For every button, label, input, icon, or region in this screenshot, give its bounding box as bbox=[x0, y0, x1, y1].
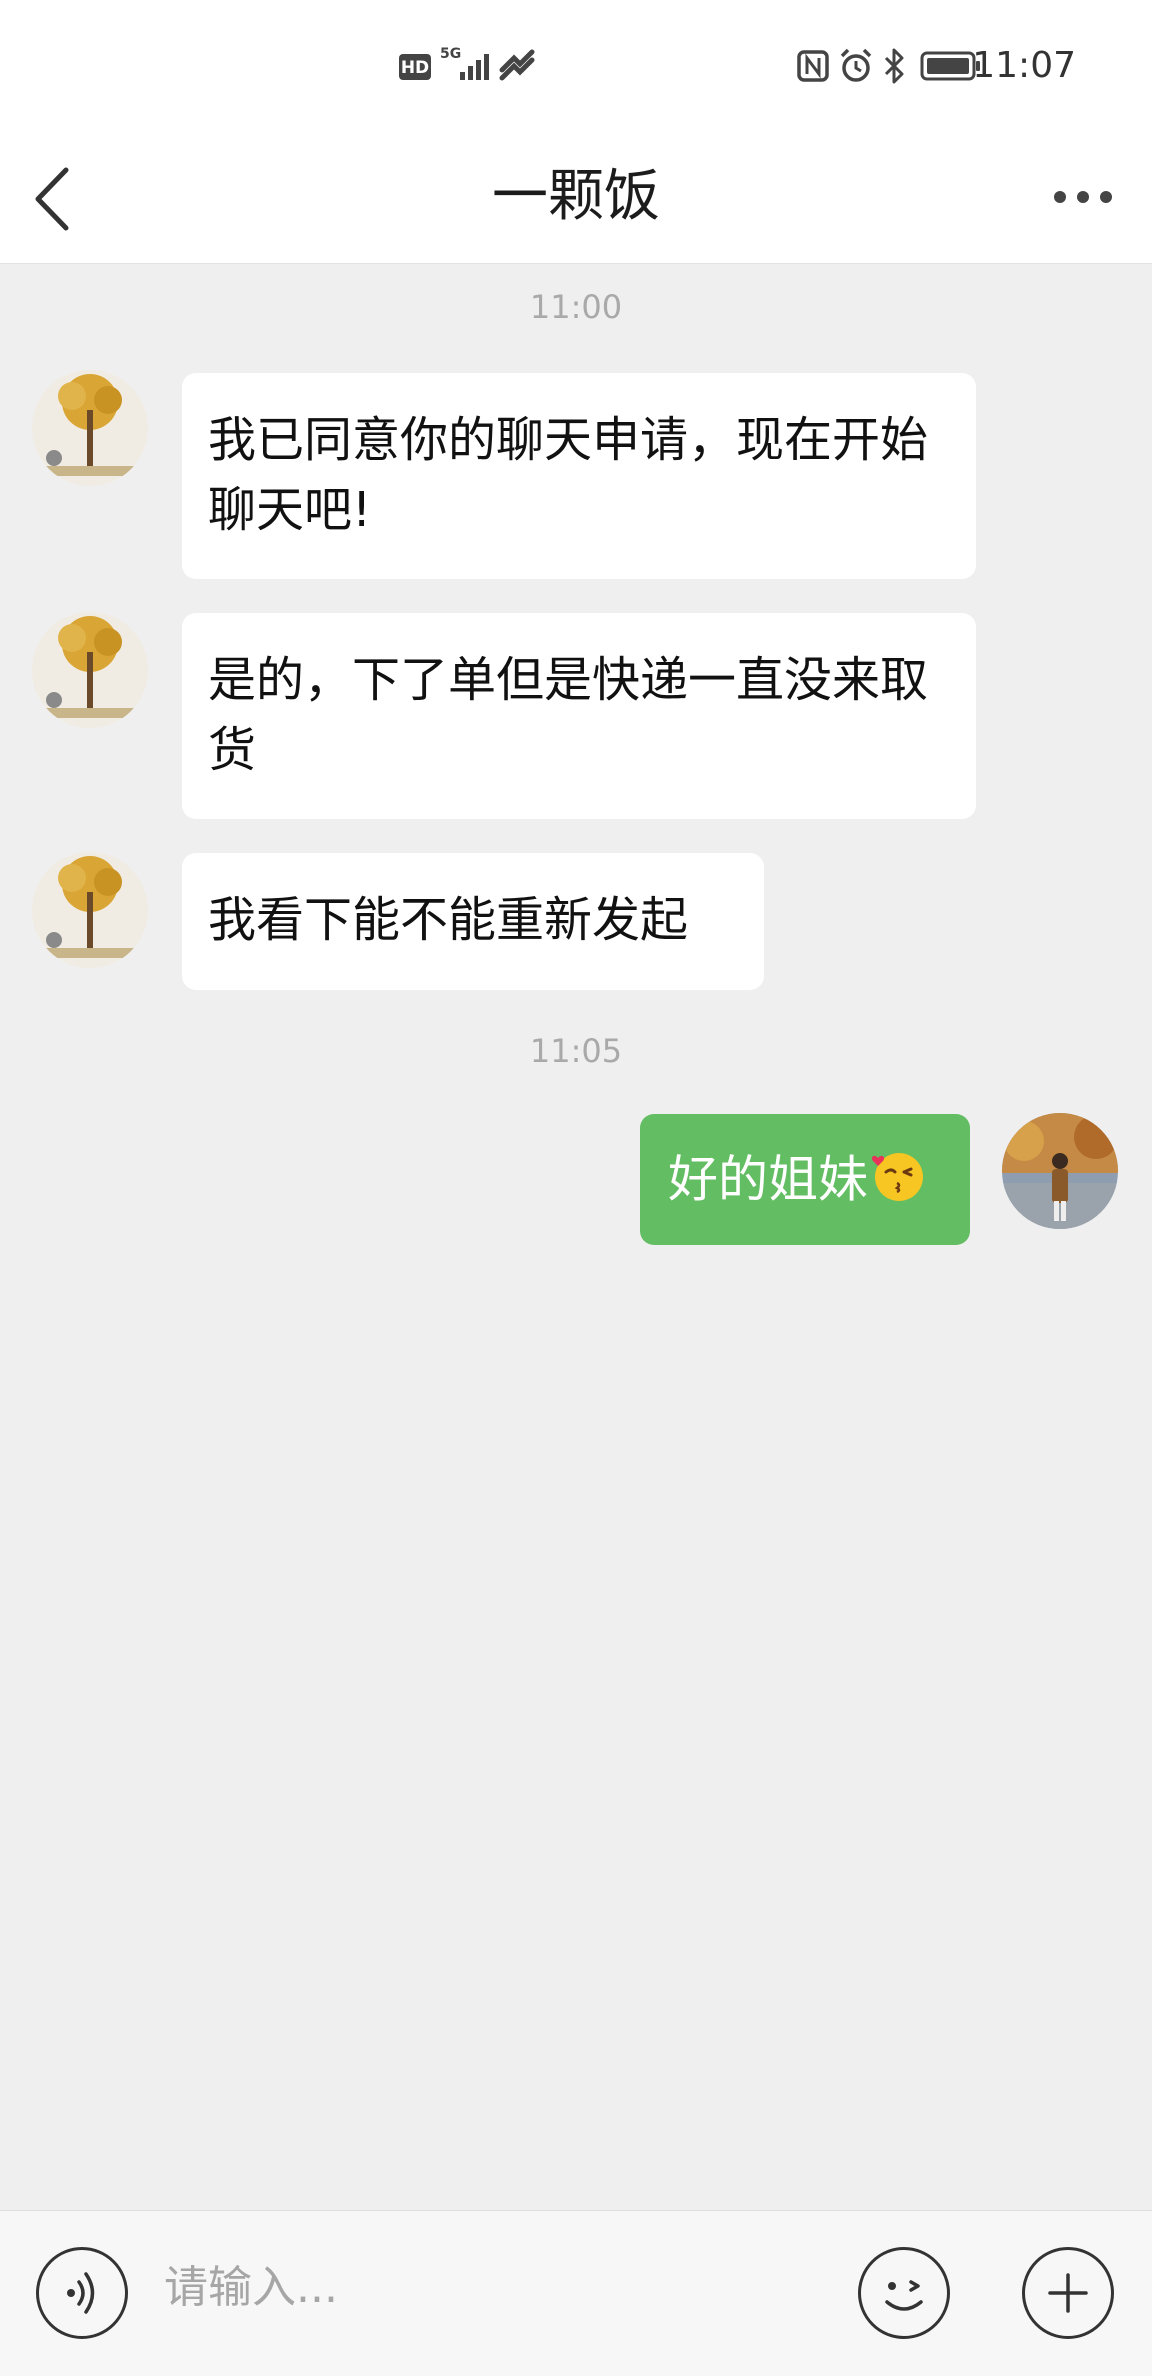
hotspot-icon bbox=[498, 44, 536, 88]
incoming-message-bubble[interactable]: 我已同意你的聊天申请，现在开始聊天吧! bbox=[182, 373, 976, 579]
contact-avatar[interactable] bbox=[32, 612, 148, 728]
outgoing-message-bubble[interactable]: 好的姐妹 bbox=[640, 1114, 970, 1245]
incoming-message-bubble[interactable]: 是的，下了单但是快递一直没来取货 bbox=[182, 613, 976, 819]
hd-icon: HD bbox=[398, 44, 432, 88]
signal-icon: 5G bbox=[438, 44, 494, 88]
page-title: 一颗饭 bbox=[492, 164, 660, 229]
kiss-emoji-icon bbox=[870, 1146, 928, 1220]
status-bar: HD 5G 11:07 bbox=[0, 0, 1152, 130]
message-timestamp: 11:00 bbox=[529, 288, 623, 326]
message-timestamp: 11:05 bbox=[529, 1032, 623, 1070]
voice-icon bbox=[67, 2272, 95, 2314]
plus-icon bbox=[1048, 2273, 1088, 2313]
bluetooth-icon bbox=[880, 44, 910, 88]
voice-button[interactable] bbox=[36, 2247, 128, 2339]
user-avatar[interactable] bbox=[1002, 1113, 1118, 1229]
more-functions-button[interactable] bbox=[1022, 2247, 1114, 2339]
message-input[interactable] bbox=[164, 2241, 824, 2333]
more-dots-icon bbox=[1054, 191, 1112, 203]
alarm-icon bbox=[838, 44, 874, 88]
status-time: 11:07 bbox=[972, 45, 1076, 86]
smiley-icon bbox=[885, 2280, 923, 2311]
svg-text:5G: 5G bbox=[440, 46, 461, 62]
contact-avatar[interactable] bbox=[32, 370, 148, 486]
nfc-icon bbox=[796, 44, 830, 88]
message-text: 好的姐妹 bbox=[668, 1150, 868, 1209]
emoji-button[interactable] bbox=[858, 2247, 950, 2339]
contact-avatar[interactable] bbox=[32, 852, 148, 968]
chat-header: 一颗饭 bbox=[0, 130, 1152, 264]
more-button[interactable] bbox=[1048, 174, 1118, 220]
incoming-message-bubble[interactable]: 我看下能不能重新发起 bbox=[182, 853, 764, 990]
svg-text:HD: HD bbox=[401, 58, 429, 78]
chat-input-bar bbox=[0, 2210, 1152, 2376]
